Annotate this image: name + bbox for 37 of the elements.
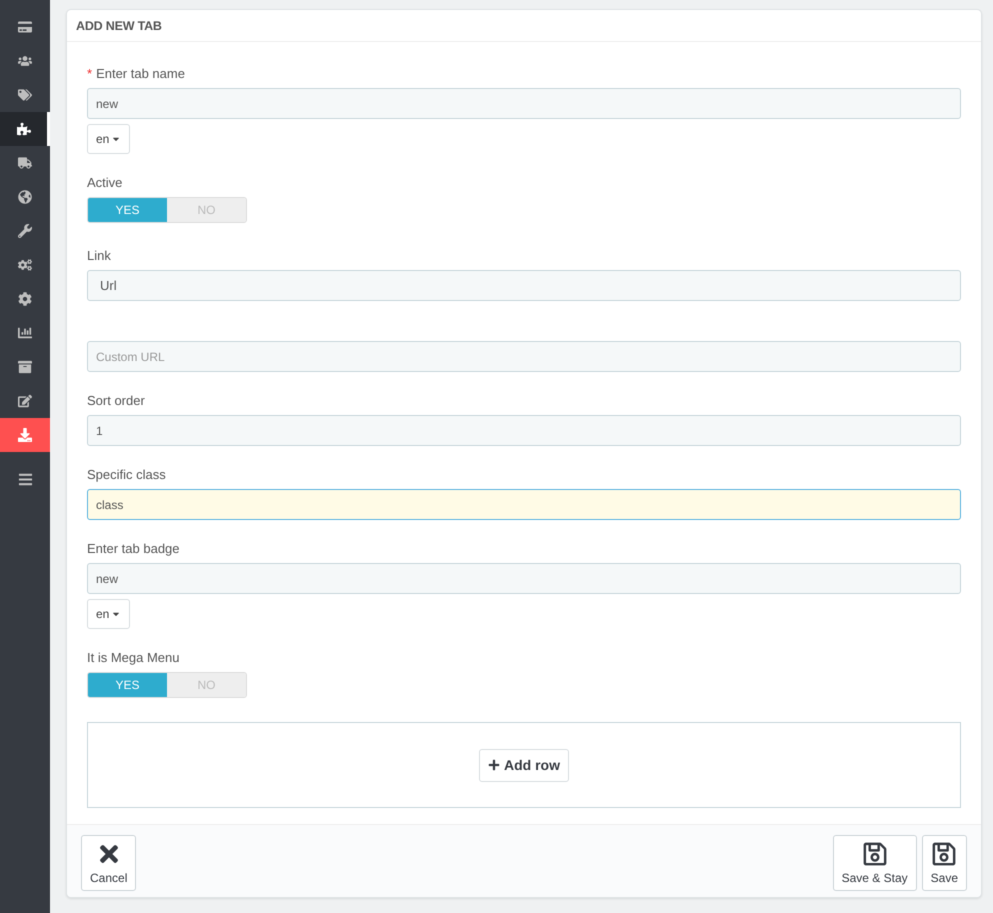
text-field[interactable]: 1 (87, 415, 961, 446)
cancel-button[interactable]: Cancel (81, 835, 136, 891)
save-button[interactable]: Save (922, 835, 967, 891)
bar-chart-icon (18, 326, 32, 340)
text-field[interactable]: new (87, 563, 961, 594)
users-icon (18, 54, 32, 68)
panel-title: ADD NEW TAB (67, 10, 981, 42)
globe-icon (18, 190, 32, 204)
puzzle-icon (16, 122, 30, 136)
text-field[interactable]: class (87, 489, 961, 520)
download-icon (18, 428, 32, 442)
sidebar-item[interactable] (0, 112, 50, 146)
menu-icon (18, 472, 32, 486)
card-icon (18, 20, 32, 34)
gears-icon (18, 258, 32, 272)
wrench-icon (18, 224, 32, 238)
save-button[interactable]: Save & Stay (832, 835, 917, 891)
archive-icon (18, 360, 32, 374)
add-row-button[interactable]: Add row (479, 748, 569, 782)
field-label: * Enter tab name (87, 65, 186, 83)
edit-icon (18, 394, 32, 408)
tag-icon (18, 88, 32, 102)
truck-icon (18, 156, 32, 170)
field-label: Enter tab badge (87, 540, 181, 558)
link-select[interactable]: Url (87, 270, 961, 301)
field-label: Specific class (87, 466, 167, 484)
field-label: Link (87, 247, 112, 265)
text-field[interactable]: new (87, 88, 961, 119)
plus-icon (488, 759, 500, 771)
field-label: It is Mega Menu (87, 649, 180, 667)
language-dropdown[interactable]: en (87, 124, 130, 154)
field-label: Sort order (87, 392, 146, 410)
settings-icon (18, 292, 32, 306)
language-dropdown[interactable]: en (87, 599, 130, 629)
text-field[interactable]: Custom URL (87, 341, 961, 372)
required-mark: * (87, 66, 92, 81)
field-label: Active (87, 174, 124, 192)
